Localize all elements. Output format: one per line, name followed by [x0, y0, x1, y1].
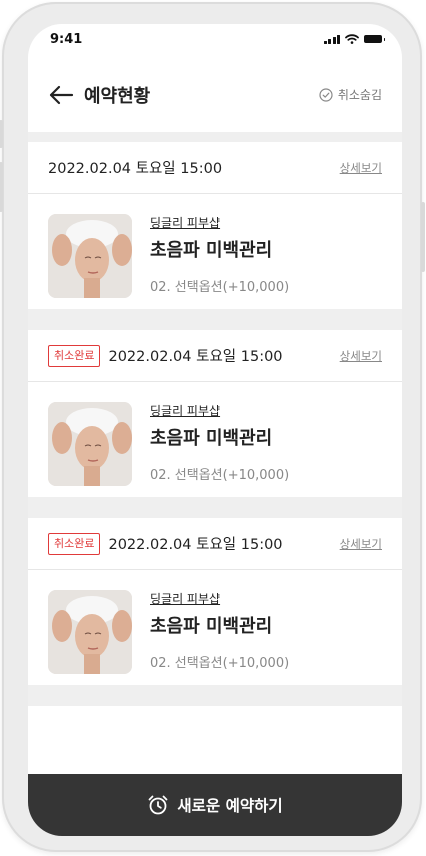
- reservation-card-header: 취소완료 2022.02.04 토요일 15:00 상세보기: [28, 330, 402, 382]
- shop-name-link[interactable]: 딩글리 피부샵: [150, 590, 220, 607]
- detail-link[interactable]: 상세보기: [340, 160, 382, 176]
- wifi-icon: [345, 34, 359, 44]
- empty-card: [28, 706, 402, 776]
- reservation-datetime: 2022.02.04 토요일 15:00: [48, 161, 223, 177]
- reservation-card-header: 취소완료 2022.02.04 토요일 15:00 상세보기: [28, 518, 402, 570]
- status-bar: 9:41: [28, 24, 402, 60]
- signal-icon: [323, 34, 340, 44]
- reservation-card-header: 2022.02.04 토요일 15:00 상세보기: [28, 142, 402, 194]
- reservation-card-body: 딩글리 피부샵 초음파 미백관리 02. 선택옵션(+10,000): [28, 570, 402, 685]
- alarm-clock-icon: [148, 795, 168, 815]
- arrow-left-icon[interactable]: [48, 84, 74, 106]
- service-option: 02. 선택옵션(+10,000): [150, 280, 290, 295]
- service-name: 초음파 미백관리: [150, 616, 273, 637]
- detail-link[interactable]: 상세보기: [340, 348, 382, 364]
- screen: 9:41 예약현황 취소숨김 2022.02.04 토요일 15:00 상세보기…: [28, 24, 402, 836]
- service-thumbnail: [48, 214, 132, 298]
- service-option: 02. 선택옵션(+10,000): [150, 468, 290, 483]
- side-button: [0, 120, 3, 148]
- service-name: 초음파 미백관리: [150, 428, 273, 449]
- reservation-card: 취소완료 2022.02.04 토요일 15:00 상세보기 딩글리 피부샵 초…: [28, 518, 402, 685]
- shop-name-link[interactable]: 딩글리 피부샵: [150, 402, 220, 419]
- new-reservation-label: 새로운 예약하기: [177, 797, 283, 815]
- service-thumbnail: [48, 402, 132, 486]
- shop-name-link[interactable]: 딩글리 피부샵: [150, 214, 220, 231]
- check-circle-icon: [319, 87, 333, 102]
- service-name: 초음파 미백관리: [150, 240, 273, 261]
- page-title: 예약현황: [84, 86, 151, 107]
- phone-frame: 9:41 예약현황 취소숨김 2022.02.04 토요일 15:00 상세보기…: [0, 2, 425, 852]
- cancelled-badge: 취소완료: [48, 344, 101, 367]
- status-time: 9:41: [50, 32, 83, 47]
- header: 예약현황 취소숨김: [28, 60, 402, 132]
- side-button: [0, 162, 3, 212]
- new-reservation-button[interactable]: 새로운 예약하기: [28, 774, 402, 836]
- reservation-card: 취소완료 2022.02.04 토요일 15:00 상세보기 딩글리 피부샵 초…: [28, 330, 402, 497]
- cancelled-badge: 취소완료: [48, 532, 101, 555]
- hide-cancelled-toggle[interactable]: 취소숨김: [319, 86, 382, 103]
- reservation-datetime: 2022.02.04 토요일 15:00: [108, 537, 283, 553]
- hide-cancelled-label: 취소숨김: [337, 88, 382, 102]
- reservation-card-body: 딩글리 피부샵 초음파 미백관리 02. 선택옵션(+10,000): [28, 194, 402, 309]
- battery-icon: [364, 35, 385, 43]
- side-button: [421, 202, 425, 272]
- reservation-card: 2022.02.04 토요일 15:00 상세보기 딩글리 피부샵 초음파 미백…: [28, 142, 402, 309]
- status-icons: [323, 34, 385, 44]
- reservation-card-body: 딩글리 피부샵 초음파 미백관리 02. 선택옵션(+10,000): [28, 382, 402, 497]
- reservation-datetime: 2022.02.04 토요일 15:00: [108, 349, 283, 365]
- service-option: 02. 선택옵션(+10,000): [150, 656, 290, 671]
- service-thumbnail: [48, 590, 132, 674]
- detail-link[interactable]: 상세보기: [340, 536, 382, 552]
